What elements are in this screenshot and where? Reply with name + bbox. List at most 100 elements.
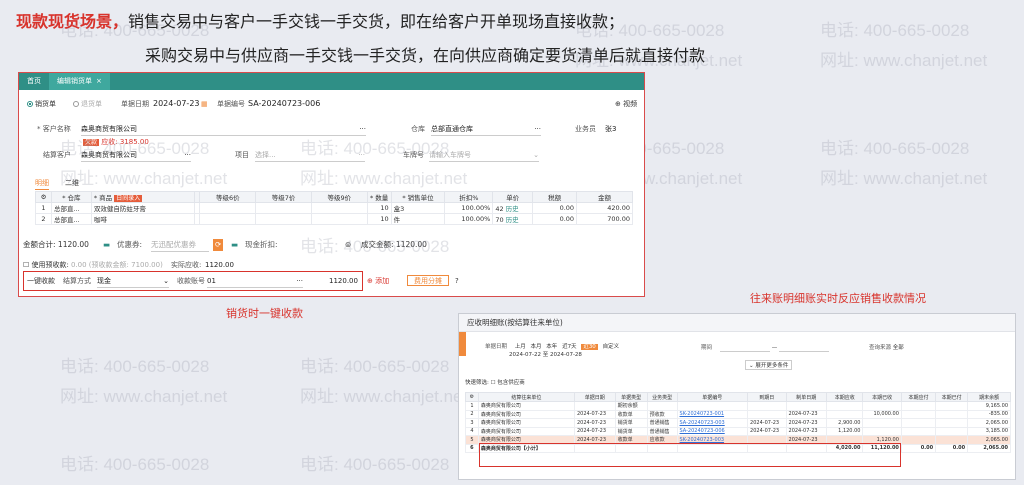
fee-allocation-button[interactable]: 费用分摊 [407,275,449,286]
cash-discount-label: 现金折扣: [245,240,278,249]
header-highlight: 现款现货场景， [16,12,129,31]
cell-due [747,409,787,419]
help-icon[interactable]: ? [455,275,459,287]
cell-no: 2 [465,409,479,419]
docno-label: 单据编号 [217,100,245,108]
cell-date: 2024-07-23 [573,409,616,419]
project-field[interactable]: 选择... ··· [255,149,365,162]
table-row[interactable]: 3 森奥商贸有限公司 2024-07-23 销货单 普通销售 SA-20240723-00… [465,418,1011,428]
cell-unit: 森奥商贸有限公司 [477,418,575,428]
cell-due: 2024-07-23 [747,418,787,428]
settings-icon[interactable]: ⚙ [465,392,479,402]
cell-no: 5 [465,435,479,445]
cell-due [747,401,787,411]
settle-field[interactable]: 森奥商贸有限公司 ··· [81,149,191,162]
cell-pay: 0.00 [900,443,937,453]
period-filter[interactable]: 期间 — [701,343,830,352]
cell-date [573,401,616,411]
cell-pay [900,401,937,411]
dash-icon: ▬ [103,240,111,249]
date-field[interactable]: 2024-07-23 [153,98,200,110]
doc-header-row: 销货单 退货单 单据日期 2024-07-23 ▦ 单据编号 SA-202407… [19,98,644,110]
prepay-row: ☐ 使用预收款: 0.00 (预收款金额: 7100.00) 实际应收: 112… [19,259,644,271]
plate-field[interactable]: 请输入车牌号 ⌄ [429,149,539,162]
table-row[interactable]: 2 森奥商贸有限公司 2024-07-23 收款单 预收款 SK-20240723-001… [465,409,1011,419]
warehouse-label: 仓库 [411,125,425,133]
doc-type-return[interactable]: 退货单 [73,98,102,110]
radio-icon [73,101,79,107]
table-header: ⚙ * 仓库 * 商品 日间录入 等级6价 等级7价 等级9价 * 数量 * 销… [35,191,633,203]
date-label: 单据日期 [121,100,149,108]
expand-conditions-button[interactable]: ⌄ 展开更多条件 [745,360,793,370]
settings-icon[interactable]: ⚙ [35,191,52,203]
watermark: 网址: www.chanjet.net [60,387,228,406]
cell-due: 2024-07-23 [747,426,787,436]
warehouse-field[interactable]: 总部直通仓库 ··· [431,123,541,136]
cell-got [862,401,902,411]
cell-unit: 森奥商贸有限公司 [477,426,575,436]
include-supplier-checkbox[interactable]: ☐ 包含供应商 [491,380,525,386]
chip-30days[interactable]: 近30 [581,344,598,350]
equals-icon: ⊜ [345,240,352,249]
source-filter[interactable]: 查询来源 全部 [869,343,904,351]
cell-recv: 1,120.00 [826,426,864,436]
docno-field: SA-20240723-006 [248,99,321,108]
table-row[interactable]: 2 总部直... 咖啡 10 件 100.00% 70 历史 0.00 700.00 [35,213,633,225]
tab-home[interactable]: 首页 [19,73,49,90]
tab-label: 编辑销货单 [57,77,92,85]
collapse-handle[interactable] [459,332,466,356]
salesman-field[interactable]: 张3 [605,123,616,135]
cell-recv [826,401,864,411]
calendar-icon[interactable]: ▦ [201,98,208,110]
close-icon[interactable]: × [96,77,102,85]
deal-amount: 成交金额: 1120.00 [361,240,427,249]
customer-field[interactable]: 森奥商贸有限公司 ··· [81,123,366,136]
total-amount: 金额合计: 1120.00 [23,240,89,249]
cell-paid [935,418,969,428]
watermark: 网址: www.chanjet.net [300,387,468,406]
cell-docno[interactable] [676,401,749,411]
ledger-title: 应收明细账(按结算往来单位) [459,314,1015,332]
refresh-icon[interactable]: ⟳ [213,239,224,251]
cell-made: 2024-07-23 [785,418,828,428]
prepay-value: 0.00 (预收款金额: 7100.00) [71,261,163,269]
cell-type: 销货单 [614,426,648,436]
salesman-label: 业务员 [575,125,596,133]
cell-got [862,426,902,436]
date-range[interactable]: 2024-07-22 至 2024-07-28 [509,350,582,358]
cell-docno[interactable]: SA-20240723-006 [676,426,749,436]
history-link[interactable]: 历史 [506,216,519,224]
filter-date: 单据日期 上月 本月 本年 近7天 近30 自定义 [485,344,620,350]
chevron-down-icon: ⌄ [749,363,754,369]
sales-order-window: 首页 编辑销货单 × 销货单 退货单 单据日期 2024-07-23 ▦ 单据编号… [18,72,645,297]
doc-type-sales[interactable]: 销货单 [27,98,56,110]
cell-docno[interactable]: SA-20240723-003 [676,418,749,428]
cell-recv [826,409,864,419]
table-row[interactable]: 1 森奥商贸有限公司 期初余额 9,165.00 [465,401,1011,411]
prepay-checkbox[interactable]: ☐ 使用预收款: [23,259,69,271]
table-header: ⚙ 结算往来单位 单据日期 单据类型 业务类型 单据编号 到期日 制单日期 本期… [465,392,1011,402]
cell-paid [935,401,969,411]
cell-no: 4 [465,426,479,436]
quick-filter: 快速筛选: ☐ 包含供应商 [465,380,525,386]
tab-edit-sales-order[interactable]: 编辑销货单 × [49,73,110,90]
watermark: 网址: www.chanjet.net [820,51,988,70]
caption-right: 往来账明细账实时反应销售收款情况 [750,292,926,305]
tab-bar: 首页 编辑销货单 × [19,73,644,90]
cell-type: 销货单 [614,418,648,428]
cell-docno[interactable]: SK-20240723-001 [676,409,749,419]
history-link[interactable]: 历史 [506,205,519,213]
coupon-field[interactable]: 无迅配优惠券 [151,239,209,252]
caption-left: 销货时一键收款 [226,307,303,320]
cell-unit: 森奥商贸有限公司 [477,409,575,419]
video-button[interactable]: ⊕ 视频 [615,98,637,110]
cell-bal: 2,065.00 [967,418,1011,428]
cell-pay [900,435,937,445]
subtab-detail[interactable]: 明细 [35,177,49,190]
subtab-2d[interactable]: 二维 [65,177,79,189]
table-row[interactable]: 1 总部直... 双效健自防蛀牙膏 10 盒3 100.00% 42 历史 0.00 42… [35,202,633,214]
add-payment-button[interactable]: ⊕ 添加 [367,275,389,287]
cell-date: 2024-07-23 [573,418,616,428]
chip-custom[interactable]: 自定义 [603,344,620,350]
table-row[interactable]: 4 森奥商贸有限公司 2024-07-23 销货单 普通销售 SA-20240723-00… [465,426,1011,436]
